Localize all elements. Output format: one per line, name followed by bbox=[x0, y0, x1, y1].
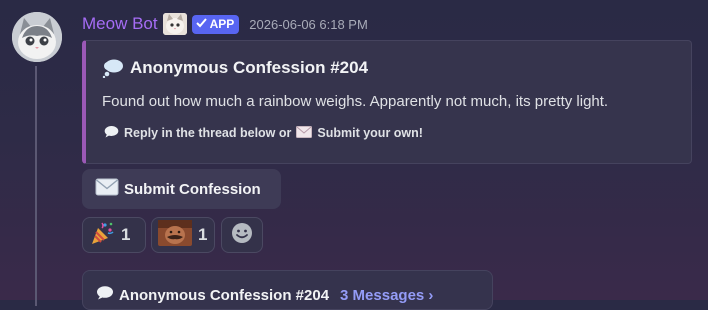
envelope-icon bbox=[296, 125, 313, 141]
submit-confession-label: Submit Confession bbox=[124, 180, 261, 198]
avatar[interactable] bbox=[12, 12, 62, 62]
author-name[interactable]: Meow Bot bbox=[82, 14, 158, 34]
embed-title: Anonymous Confession #204 bbox=[102, 58, 368, 78]
message-header: Meow Bot APP 2026-06-06 6:18 PM bbox=[82, 11, 368, 37]
add-reaction-button[interactable] bbox=[221, 217, 263, 253]
reaction-count: 1 bbox=[198, 225, 208, 244]
confession-embed: Anonymous Confession #204 Found out how … bbox=[82, 40, 692, 164]
reaction-party-popper[interactable]: 1 bbox=[82, 217, 146, 253]
checkmark-icon bbox=[195, 17, 207, 31]
embed-title-text: Anonymous Confession #204 bbox=[130, 58, 369, 77]
thread-row: Anonymous Confession #204 3 Messages › bbox=[96, 285, 433, 305]
thought-balloon-icon bbox=[102, 58, 124, 78]
thread-card[interactable]: Anonymous Confession #204 3 Messages › bbox=[82, 270, 493, 310]
footer-text-reply: Reply in the thread below or bbox=[124, 126, 292, 140]
speech-balloon-icon bbox=[104, 125, 119, 141]
submit-confession-button[interactable]: Submit Confession bbox=[82, 169, 281, 209]
reaction-count: 1 bbox=[121, 225, 131, 244]
embed-description: Found out how much a rainbow weighs. App… bbox=[102, 93, 609, 110]
app-badge-label: APP bbox=[209, 17, 235, 31]
party-popper-icon bbox=[89, 220, 115, 251]
app-badge: APP bbox=[191, 14, 240, 34]
reaction-custom-emote[interactable]: 1 bbox=[151, 217, 215, 253]
embed-footer: Reply in the thread below or Submit your… bbox=[104, 125, 423, 141]
custom-emote-icon bbox=[158, 219, 192, 251]
timestamp[interactable]: 2026-06-06 6:18 PM bbox=[249, 17, 368, 32]
thread-title: Anonymous Confession #204 bbox=[119, 286, 330, 304]
smiley-add-reaction-icon bbox=[231, 222, 253, 249]
cat-emote-icon bbox=[162, 13, 187, 35]
thread-message-count[interactable]: 3 Messages › bbox=[340, 287, 433, 304]
footer-text-submit: Submit your own! bbox=[317, 126, 423, 140]
reply-thread-line bbox=[35, 66, 37, 306]
envelope-icon bbox=[95, 178, 119, 201]
speech-balloon-icon bbox=[96, 285, 114, 305]
